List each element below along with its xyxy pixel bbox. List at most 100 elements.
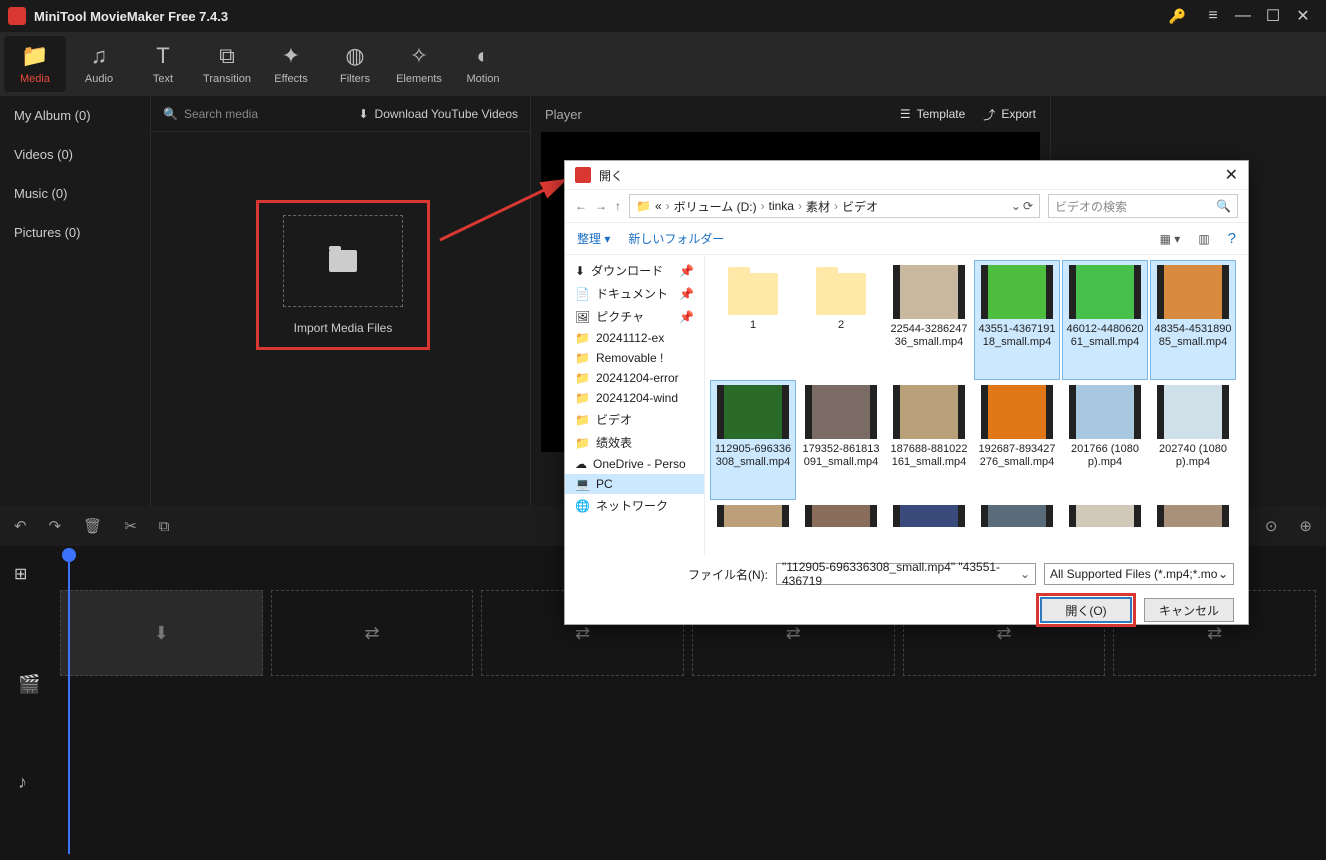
file-item[interactable] — [887, 501, 971, 531]
minimize-button[interactable]: ― — [1228, 7, 1258, 25]
swap-icon: ⇄ — [364, 623, 379, 644]
tab-audio[interactable]: ♫Audio — [68, 36, 130, 92]
file-item[interactable] — [799, 501, 883, 531]
folder-icon: 📁 — [21, 43, 48, 69]
tree-item[interactable]: 📁ビデオ — [565, 408, 704, 431]
file-item[interactable]: 202740 (1080p).mp4 — [1151, 381, 1235, 499]
refresh-icon[interactable]: ⟳ — [1023, 199, 1033, 213]
file-item[interactable]: 46012-448062061_small.mp4 — [1063, 261, 1147, 379]
help-icon[interactable]: ? — [1228, 230, 1236, 247]
file-item[interactable]: 179352-861813091_small.mp4 — [799, 381, 883, 499]
dropdown-icon[interactable]: ⌄ — [1011, 199, 1021, 213]
maximize-button[interactable]: ☐ — [1258, 6, 1288, 26]
dialog-search-input[interactable]: ビデオの検索 🔍 — [1048, 194, 1238, 218]
file-item[interactable]: 112905-696336308_small.mp4 — [711, 381, 795, 499]
file-item[interactable]: 2 — [799, 261, 883, 379]
tree-item[interactable]: 🌐ネットワーク — [565, 494, 704, 517]
audio-track[interactable]: ♪ — [60, 680, 1326, 774]
download-youtube-link[interactable]: ⬇Download YouTube Videos — [358, 107, 518, 121]
redo-button[interactable]: ↷ — [49, 517, 62, 535]
tab-transition[interactable]: ⧉Transition — [196, 36, 258, 92]
file-item[interactable]: 48354-453189085_small.mp4 — [1151, 261, 1235, 379]
search-input[interactable]: 🔍Search media — [163, 107, 258, 121]
app-title: MiniTool MovieMaker Free 7.4.3 — [34, 9, 1169, 24]
crop-button[interactable]: ⧉ — [159, 518, 170, 535]
video-track-icon: 🎬 — [18, 674, 40, 695]
tree-item[interactable]: 📁Removable ! — [565, 348, 704, 368]
tree-item[interactable]: 📄ドキュメント📌 — [565, 282, 704, 305]
tree-item[interactable]: 📁20241204-wind — [565, 388, 704, 408]
file-item[interactable]: 1 — [711, 261, 795, 379]
delete-button[interactable]: 🗑 — [83, 517, 102, 535]
filename-label: ファイル名(N): — [688, 566, 768, 583]
music-note-icon: ♫ — [91, 43, 108, 69]
undo-button[interactable]: ↶ — [14, 517, 27, 535]
nav-up-button[interactable]: ↑ — [615, 199, 621, 213]
tree-item[interactable]: 📁绩效表 — [565, 431, 704, 454]
new-folder-button[interactable]: 新しいフォルダー — [628, 230, 724, 247]
sidebar-item-music[interactable]: Music (0) — [0, 174, 150, 213]
template-icon: ☰ — [900, 107, 911, 121]
organize-button[interactable]: 整理 ▾ — [577, 230, 610, 247]
tab-effects[interactable]: ✦Effects — [260, 36, 322, 92]
file-item[interactable] — [711, 501, 795, 531]
file-item[interactable] — [1063, 501, 1147, 531]
dialog-close-button[interactable]: ✕ — [1225, 165, 1238, 185]
nav-forward-button[interactable]: → — [595, 199, 607, 213]
template-button[interactable]: ☰Template — [900, 106, 965, 123]
cancel-button[interactable]: キャンセル — [1144, 598, 1234, 622]
filename-input[interactable]: "112905-696336308_small.mp4" "43551-4367… — [776, 563, 1036, 585]
tab-text[interactable]: TText — [132, 36, 194, 92]
sidebar-item-pictures[interactable]: Pictures (0) — [0, 213, 150, 252]
tab-media[interactable]: 📁Media — [4, 36, 66, 92]
add-button[interactable]: ⊕ — [1299, 517, 1312, 535]
tree-item[interactable]: ⬇ダウンロード📌 — [565, 259, 704, 282]
import-label: Import Media Files — [294, 321, 393, 335]
timeline-clip[interactable]: ⬇ — [60, 590, 263, 676]
tree-item[interactable]: ☁OneDrive - Perso — [565, 454, 704, 474]
file-item[interactable] — [975, 501, 1059, 531]
breadcrumb[interactable]: 📁 «› ボリューム (D:)› tinka› 素材› ビデオ ⌄ ⟳ — [629, 194, 1040, 218]
view-mode-button[interactable]: ▦ ▾ — [1160, 232, 1181, 246]
download-icon: ⬇ — [358, 107, 368, 121]
timeline-clip[interactable]: ⇄ — [271, 590, 474, 676]
import-media-button[interactable]: Import Media Files — [256, 200, 430, 350]
add-track-button[interactable]: ⊞ — [14, 564, 27, 584]
export-button[interactable]: ⤴Export — [983, 106, 1036, 123]
menu-icon[interactable]: ≡ — [1198, 7, 1228, 25]
zoom-fit-button[interactable]: ⊙ — [1265, 517, 1278, 535]
dialog-tree[interactable]: ⬇ダウンロード📌📄ドキュメント📌🖼ピクチャ📌📁20241112-ex📁Remov… — [565, 255, 705, 555]
dialog-titlebar: 開く ✕ — [565, 161, 1248, 189]
tab-filters[interactable]: ◍Filters — [324, 36, 386, 92]
export-icon: ⤴ — [983, 106, 995, 123]
preview-pane-button[interactable]: ▥ — [1198, 232, 1209, 246]
nav-back-button[interactable]: ← — [575, 199, 587, 213]
filters-icon: ◍ — [345, 43, 364, 69]
tree-item[interactable]: 📁20241204-error — [565, 368, 704, 388]
tab-elements[interactable]: ✧Elements — [388, 36, 450, 92]
tree-item[interactable]: 💻PC — [565, 474, 704, 494]
sidebar-item-my-album[interactable]: My Album (0) — [0, 96, 150, 135]
dialog-footer: ファイル名(N): "112905-696336308_small.mp4" "… — [565, 555, 1248, 625]
file-type-combo[interactable]: All Supported Files (*.mp4;*.mo⌄ — [1044, 563, 1234, 585]
file-item[interactable]: 192687-893427276_small.mp4 — [975, 381, 1059, 499]
file-open-dialog: 開く ✕ ← → ↑ 📁 «› ボリューム (D:)› tinka› 素材› ビ… — [564, 160, 1249, 625]
file-item[interactable]: 22544-328624736_small.mp4 — [887, 261, 971, 379]
dialog-file-list[interactable]: 1222544-328624736_small.mp443551-4367191… — [705, 255, 1248, 555]
tab-motion[interactable]: ◐Motion — [452, 36, 514, 92]
playhead[interactable] — [68, 554, 70, 854]
text-icon: T — [156, 43, 169, 69]
file-item[interactable]: 201766 (1080p).mp4 — [1063, 381, 1147, 499]
close-button[interactable]: ✕ — [1288, 6, 1318, 26]
cut-button[interactable]: ✂ — [124, 517, 137, 535]
tree-item[interactable]: 🖼ピクチャ📌 — [565, 305, 704, 328]
top-toolbar: 📁Media ♫Audio TText ⧉Transition ✦Effects… — [0, 32, 1326, 96]
sidebar-item-videos[interactable]: Videos (0) — [0, 135, 150, 174]
file-item[interactable]: 43551-436719118_small.mp4 — [975, 261, 1059, 379]
file-item[interactable] — [1151, 501, 1235, 531]
tree-item[interactable]: 📁20241112-ex — [565, 328, 704, 348]
open-button[interactable]: 開く(O) — [1041, 598, 1131, 622]
file-item[interactable]: 187688-881022161_small.mp4 — [887, 381, 971, 499]
key-icon[interactable]: 🔑 — [1169, 8, 1186, 25]
media-pane: 🔍Search media ⬇Download YouTube Videos I… — [150, 96, 530, 506]
